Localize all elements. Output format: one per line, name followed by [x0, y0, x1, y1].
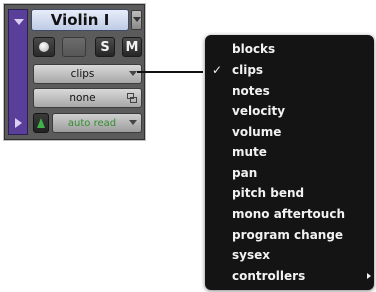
- menu-item-clips[interactable]: ✓ clips: [205, 60, 374, 80]
- menu-item-blocks[interactable]: blocks: [205, 39, 374, 59]
- callout-line: [137, 71, 203, 73]
- menu-item-pan[interactable]: pan: [205, 163, 374, 183]
- checkmark-icon: ✓: [212, 63, 223, 77]
- menu-item-velocity[interactable]: velocity: [205, 101, 374, 121]
- menu-item-label: controllers: [232, 269, 306, 283]
- menu-item-notes[interactable]: notes: [205, 81, 374, 101]
- track-view-value: clips: [70, 68, 95, 80]
- menu-item-label: blocks: [232, 42, 276, 56]
- automation-mode-icon[interactable]: [33, 113, 49, 133]
- track-view-popup-menu: blocks ✓ clips notes velocity volume mut…: [205, 35, 374, 290]
- track-view-selector[interactable]: clips: [33, 64, 142, 84]
- menu-item-mono-aftertouch[interactable]: mono aftertouch: [205, 204, 374, 224]
- stage: Violin I S M clips none auto read blocks…: [0, 0, 376, 292]
- track-name[interactable]: Violin I: [31, 9, 129, 31]
- expand-arrow-icon[interactable]: [15, 118, 22, 128]
- mute-button[interactable]: M: [122, 37, 142, 57]
- menu-item-label: velocity: [232, 104, 286, 118]
- menu-item-controllers[interactable]: controllers: [205, 266, 374, 286]
- menu-item-label: clips: [232, 63, 264, 77]
- midi-track-header: Violin I S M clips none auto read: [4, 4, 145, 140]
- automation-mode-selector[interactable]: auto read: [52, 113, 142, 133]
- menu-item-label: mono aftertouch: [232, 207, 346, 221]
- menu-item-label: notes: [232, 84, 270, 98]
- automation-mode-value: auto read: [67, 117, 117, 129]
- playlist-selector[interactable]: none: [33, 88, 142, 108]
- menu-item-pitch-bend[interactable]: pitch bend: [205, 183, 374, 203]
- record-dot-icon: [39, 42, 49, 52]
- track-name-menu-button[interactable]: [131, 10, 142, 30]
- solo-button[interactable]: S: [95, 37, 115, 57]
- playlist-value: none: [69, 92, 96, 104]
- automation-row: auto read: [33, 113, 142, 133]
- chevron-down-icon: [129, 120, 137, 125]
- collapse-arrow-icon[interactable]: [14, 19, 24, 25]
- menu-item-mute[interactable]: mute: [205, 142, 374, 162]
- menu-item-label: volume: [232, 125, 282, 139]
- input-monitor-button[interactable]: [62, 37, 86, 57]
- menu-item-label: program change: [232, 228, 344, 242]
- track-color-strip[interactable]: [8, 9, 28, 135]
- menu-item-program-change[interactable]: program change: [205, 225, 374, 245]
- menu-item-sysex[interactable]: sysex: [205, 245, 374, 265]
- record-enable-button[interactable]: [33, 37, 55, 57]
- chevron-down-icon: [129, 71, 137, 76]
- submenu-arrow-icon: [367, 273, 371, 279]
- menu-item-label: pan: [232, 166, 258, 180]
- menu-item-label: pitch bend: [232, 186, 305, 200]
- menu-item-label: sysex: [232, 248, 270, 262]
- menu-item-volume[interactable]: volume: [205, 122, 374, 142]
- menu-item-label: mute: [232, 145, 267, 159]
- playlist-icon: [127, 93, 137, 103]
